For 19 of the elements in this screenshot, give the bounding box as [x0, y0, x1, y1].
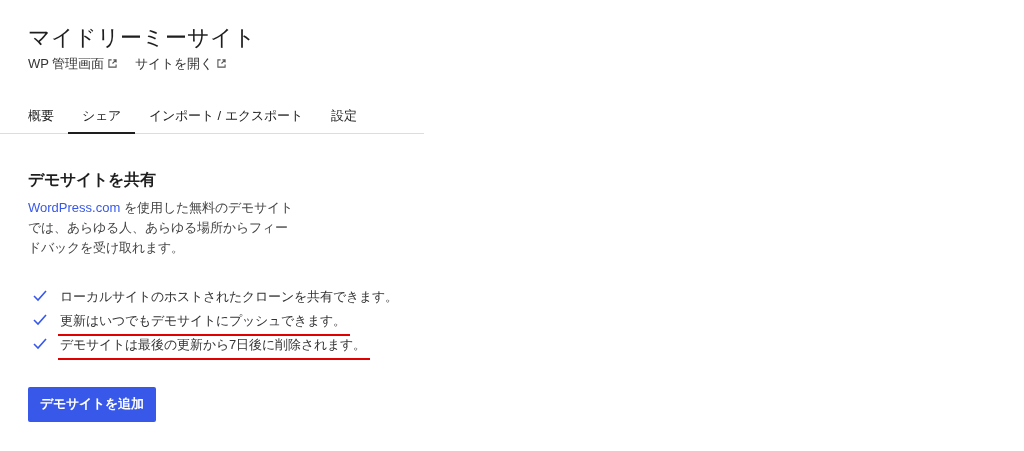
tab[interactable]: 概要: [14, 99, 68, 134]
external-link-icon: [108, 59, 118, 69]
feature-text: デモサイトは最後の更新から7日後に削除されます。: [60, 336, 367, 352]
external-link[interactable]: WP 管理画面: [28, 54, 118, 74]
feature-text: 更新はいつでもデモサイトにプッシュできます。: [60, 312, 346, 328]
add-demo-site-button[interactable]: デモサイトを追加: [28, 386, 156, 422]
external-link-icon: [217, 59, 227, 69]
tab[interactable]: シェア: [68, 99, 135, 134]
external-link[interactable]: サイトを開く: [135, 54, 227, 74]
tab[interactable]: インポート / エクスポート: [135, 99, 317, 134]
feature-text: ローカルサイトのホストされたクローンを共有できます。: [60, 288, 398, 304]
description: WordPress.com を使用した無料のデモサイトでは、あらゆる人、あらゆる場所からフィードバックを受け取れます。: [28, 198, 294, 257]
wordpress-link[interactable]: WordPress.com: [28, 199, 121, 215]
checkmark-icon: [33, 289, 47, 302]
section-heading: デモサイトを共有: [28, 169, 157, 190]
site-title: マイドリーミーサイト: [28, 24, 257, 52]
checkmark-icon: [33, 313, 47, 326]
checkmark-icon: [33, 337, 47, 350]
tab[interactable]: 設定: [316, 99, 371, 134]
